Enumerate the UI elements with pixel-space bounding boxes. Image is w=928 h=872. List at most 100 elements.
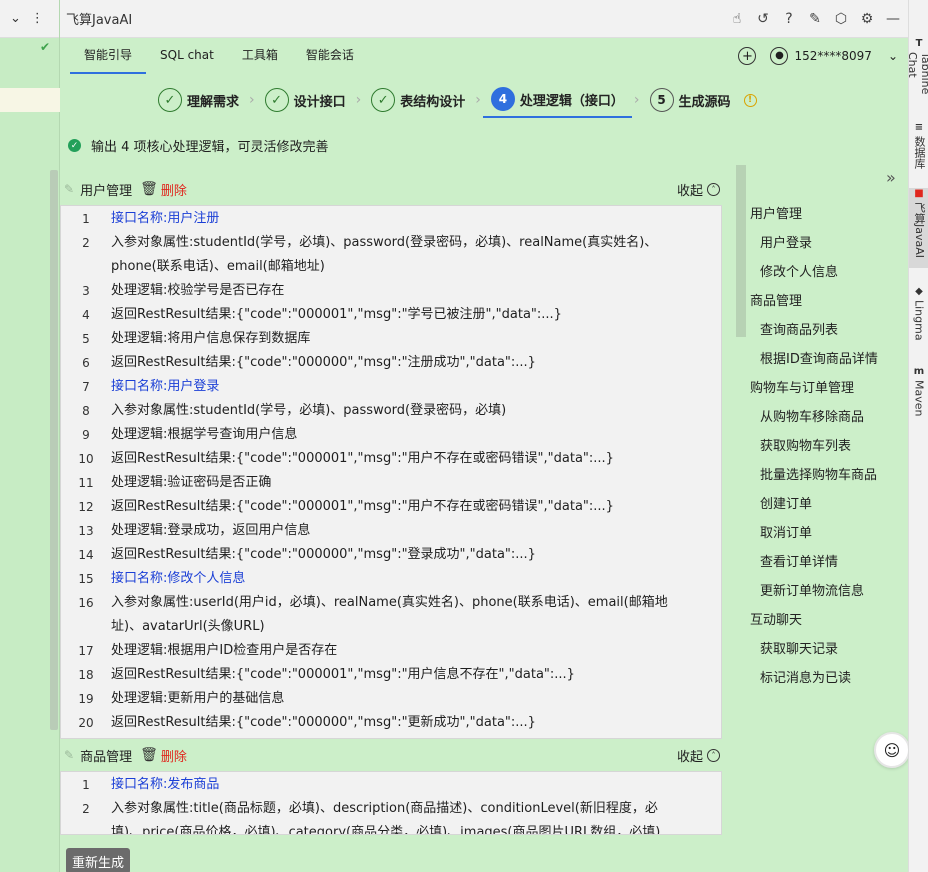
code-line[interactable]: 3 处理逻辑:校验学号是否已存在	[61, 279, 721, 303]
toc-subitem[interactable]: 查看订单详情	[750, 548, 900, 577]
collapse-label: 收起	[676, 749, 703, 765]
step-number: 4	[490, 87, 515, 111]
toc-subitem[interactable]: 查询商品列表	[750, 316, 900, 345]
delete-button[interactable]: 删除	[161, 180, 187, 199]
toc-group[interactable]: 购物车与订单管理	[750, 374, 900, 403]
collapse-button[interactable]: 收起 ˄	[677, 746, 720, 765]
code-line[interactable]: 9 处理逻辑:根据学号查询用户信息	[61, 423, 721, 447]
step-3[interactable]: ✓ 表结构设计	[363, 82, 473, 118]
logic-editor-goods[interactable]: 1 接口名称:发布商品 2 入参对象属性:title(商品标题，必填)、descrip…	[60, 771, 722, 835]
code-line[interactable]: 8 入参对象属性:studentId(学号，必填)、password(登录密码，必…	[61, 399, 721, 423]
more-vertical-icon[interactable]: ⋮	[31, 11, 44, 26]
code-line[interactable]: 12 返回RestResult结果:{"code":"000001","msg":…	[61, 495, 721, 519]
tab-smart-guide[interactable]: 智能引导	[70, 38, 147, 74]
info-warning-icon[interactable]: !	[743, 93, 757, 107]
code-line[interactable]: 13 处理逻辑:登录成功，返回用户信息	[61, 519, 721, 543]
tab-smart-chat[interactable]: 智能会话	[292, 38, 368, 74]
line-text: 接口名称:修改个人信息	[111, 571, 246, 586]
settings-hex-icon[interactable]: ⬡	[832, 10, 850, 28]
toc-subitem[interactable]: 修改个人信息	[750, 258, 900, 287]
code-line[interactable]: 址)、avatarUrl(头像URL)	[61, 615, 721, 639]
toc-subitem[interactable]: 创建订单	[750, 490, 900, 519]
editor-gutter: ⌄ ⋮ ✔	[0, 0, 60, 872]
code-line[interactable]: 10 返回RestResult结果:{"code":"000001","msg":…	[61, 447, 721, 471]
code-line[interactable]: 14 返回RestResult结果:{"code":"000000","msg":…	[61, 543, 721, 567]
pencil-icon[interactable]: ✎	[64, 748, 74, 762]
step-5[interactable]: 5 生成源码 !	[642, 82, 765, 118]
code-line[interactable]: 5 处理逻辑:将用户信息保存到数据库	[61, 327, 721, 351]
add-icon[interactable]: +	[738, 47, 757, 65]
edit-icon[interactable]: ✎	[806, 10, 824, 28]
code-line[interactable]: 2 入参对象属性:studentId(学号，必填)、password(登录密码，必…	[61, 231, 721, 255]
chevron-double-right-icon[interactable]: »	[886, 168, 896, 187]
delete-button[interactable]: 删除	[161, 746, 187, 765]
code-line[interactable]: 18 返回RestResult结果:{"code":"000001","msg":…	[61, 663, 721, 687]
editor-scrollbar[interactable]	[50, 170, 58, 730]
toc-subitem[interactable]: 取消订单	[750, 519, 900, 548]
line-number: 13	[78, 524, 94, 538]
minimize-icon[interactable]: —	[884, 10, 902, 28]
line-number: 17	[78, 644, 94, 658]
nav-tabs: 智能引导 SQL chat 工具箱 智能会话 + ● 152****8097 ⌄	[60, 38, 908, 74]
line-number: 1	[82, 212, 90, 226]
line-text: phone(联系电话)、email(邮箱地址)	[111, 259, 325, 274]
line-number: 5	[82, 332, 90, 346]
toc-subitem[interactable]: 获取购物车列表	[750, 432, 900, 461]
help-icon[interactable]: ?	[780, 10, 798, 28]
tab-sql-chat[interactable]: SQL chat	[146, 38, 228, 74]
content-scrollbar[interactable]	[736, 165, 746, 337]
hand-icon[interactable]: ☝	[728, 10, 746, 28]
code-line[interactable]: phone(联系电话)、email(邮箱地址)	[61, 255, 721, 279]
toc-group[interactable]: 互动聊天	[750, 606, 900, 635]
api-name-line[interactable]: 15 接口名称:修改个人信息	[61, 567, 721, 591]
trash-icon[interactable]: 🗑	[140, 747, 158, 763]
history-icon[interactable]: ↺	[754, 10, 772, 28]
step-1[interactable]: ✓ 理解需求	[150, 82, 247, 118]
toc-group[interactable]: 商品管理	[750, 287, 900, 316]
api-name-line[interactable]: 1 接口名称:用户注册	[61, 207, 721, 231]
tab-toolbox[interactable]: 工具箱	[228, 38, 292, 74]
api-name-line[interactable]: 1 接口名称:发布商品	[61, 773, 721, 797]
sidebar-item-lingma[interactable]: ◆ Lingma	[909, 286, 928, 346]
code-line[interactable]: 16 入参对象属性:userId(用户id，必填)、realName(真实姓名)、…	[61, 591, 721, 615]
line-text: 入参对象属性:studentId(学号，必填)、password(登录密码，必填…	[111, 235, 658, 250]
logic-editor-user[interactable]: 1 接口名称:用户注册 2 入参对象属性:studentId(学号，必填)、passw…	[60, 205, 722, 739]
gear-icon[interactable]: ⚙	[858, 10, 876, 28]
maven-icon: m	[913, 366, 925, 377]
sidebar-item-feisuan[interactable]: ■ 飞算JavaAI	[909, 188, 928, 268]
step-4[interactable]: 4 处理逻辑（接口）	[482, 82, 632, 118]
code-line[interactable]: 20 返回RestResult结果:{"code":"000000","msg":…	[61, 711, 721, 735]
chevron-right-icon: ›	[355, 92, 362, 108]
toc-subitem[interactable]: 标记消息为已读	[750, 664, 900, 693]
code-line[interactable]: 11 处理逻辑:验证密码是否正确	[61, 471, 721, 495]
collapse-button[interactable]: 收起 ˄	[677, 180, 720, 199]
chevron-down-icon[interactable]: ⌄	[10, 11, 21, 26]
step-check-icon: ✓	[158, 88, 182, 112]
step-2[interactable]: ✓ 设计接口	[257, 82, 354, 118]
code-line[interactable]: 2 入参对象属性:title(商品标题，必填)、description(商品描述)…	[61, 797, 721, 821]
toc-subitem[interactable]: 从购物车移除商品	[750, 403, 900, 432]
code-line[interactable]: 19 处理逻辑:更新用户的基础信息	[61, 687, 721, 711]
code-line[interactable]: 6 返回RestResult结果:{"code":"000000","msg":"…	[61, 351, 721, 375]
sidebar-item-database[interactable]: ≡ 数据库	[909, 122, 928, 182]
toc-subitem[interactable]: 批量选择购物车商品	[750, 461, 900, 490]
api-name-line[interactable]: 7 接口名称:用户登录	[61, 375, 721, 399]
code-line[interactable]: 填)、price(商品价格，必填)、category(商品分类，必填)、imag…	[61, 821, 721, 834]
toc-subitem[interactable]: 用户登录	[750, 229, 900, 258]
code-line[interactable]: 17 处理逻辑:根据用户ID检查用户是否存在	[61, 639, 721, 663]
toc-subitem[interactable]: 获取聊天记录	[750, 635, 900, 664]
assistant-avatar[interactable]: ☺	[874, 732, 910, 768]
toc-subitem[interactable]: 更新订单物流信息	[750, 577, 900, 606]
toc-subitem[interactable]: 根据ID查询商品详情	[750, 345, 900, 374]
user-menu[interactable]: ● 152****8097 ⌄	[770, 47, 898, 65]
sidebar-item-maven[interactable]: m Maven	[909, 366, 928, 422]
regenerate-button[interactable]: 重新生成	[66, 848, 131, 872]
toc-group[interactable]: 用户管理	[750, 200, 900, 229]
line-text: 址)、avatarUrl(头像URL)	[111, 619, 265, 634]
trash-icon[interactable]: 🗑	[140, 181, 158, 197]
pencil-icon[interactable]: ✎	[64, 182, 74, 196]
code-line[interactable]: 4 返回RestResult结果:{"code":"000001","msg":"…	[61, 303, 721, 327]
line-number: 15	[78, 572, 94, 586]
database-icon: ≡	[914, 122, 924, 133]
sidebar-item-tabnine[interactable]: T Tabnine Chat	[906, 38, 928, 108]
